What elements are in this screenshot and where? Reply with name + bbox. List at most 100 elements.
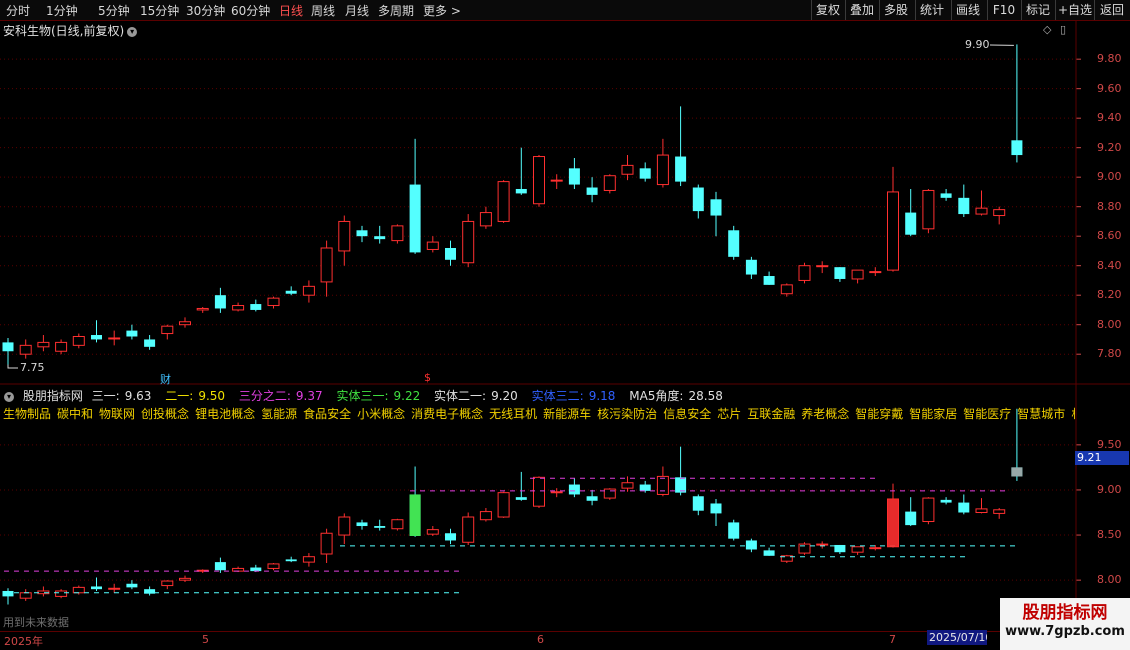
concept-tag[interactable]: 新能源车 xyxy=(543,407,591,421)
candle xyxy=(656,138,669,188)
date-label-may: 5 xyxy=(202,633,209,646)
candle xyxy=(179,317,191,328)
date-label-july: 7 xyxy=(889,633,896,646)
concept-tag[interactable]: 锂电池概念 xyxy=(195,407,255,421)
candle xyxy=(232,302,245,312)
indicator-candle xyxy=(320,528,333,564)
concept-tag[interactable]: 氢能源 xyxy=(261,407,297,421)
indicator-candle xyxy=(692,494,704,516)
candle xyxy=(108,330,121,346)
indicator-candle xyxy=(91,577,102,591)
indicator-candle xyxy=(603,488,616,500)
candle xyxy=(887,166,899,272)
highlight-block xyxy=(887,498,899,547)
candle xyxy=(816,261,829,274)
candles-main xyxy=(2,44,1023,365)
candle xyxy=(391,224,404,244)
kline-chart xyxy=(0,21,1130,631)
indicator-candle xyxy=(515,471,527,501)
candle xyxy=(869,267,882,277)
indicator-candle xyxy=(426,526,439,536)
financial-report-marker[interactable]: 财 xyxy=(160,371,171,387)
annotations xyxy=(7,44,1014,369)
candle xyxy=(550,174,563,189)
indicator-item-3: 实体三一: 9.22 xyxy=(336,389,421,403)
indicator-candle xyxy=(445,528,456,545)
indicator-candle xyxy=(568,478,580,498)
candle xyxy=(161,324,174,340)
candle xyxy=(2,337,14,365)
date-label-year: 2025年 xyxy=(4,635,43,648)
candle xyxy=(745,256,757,279)
concept-tag[interactable]: 物联网 xyxy=(99,407,135,421)
indicator-name[interactable]: 股朋指标网 xyxy=(23,389,83,403)
indicator-menu-icon[interactable]: ▾ xyxy=(4,391,14,402)
price-axis-label: 9.60 xyxy=(1097,81,1122,95)
concept-tag[interactable]: 智能医疗 xyxy=(963,407,1011,421)
candle xyxy=(851,269,864,284)
indicator-candle xyxy=(497,491,510,518)
concept-tag[interactable]: 创投概念 xyxy=(141,407,189,421)
concept-tag[interactable]: 核污染防治 xyxy=(597,407,657,421)
candle xyxy=(409,138,421,254)
indicator-candle xyxy=(19,589,32,601)
current-price-tag: 9.21 xyxy=(1075,451,1129,465)
candle xyxy=(568,158,580,189)
price-axis-label: 8.00 xyxy=(1097,317,1122,331)
candle xyxy=(1011,44,1023,163)
candle xyxy=(763,271,775,285)
date-axis: 2025年 5 6 7 xyxy=(0,631,1076,650)
candle xyxy=(302,280,315,303)
candle xyxy=(285,286,297,296)
concept-tag[interactable]: 养老概念 xyxy=(801,407,849,421)
indicator-item-6: MA5角度: 28.58 xyxy=(629,389,723,403)
candle xyxy=(426,236,439,253)
candle xyxy=(958,184,970,218)
indicator-panel-marks xyxy=(2,408,1023,605)
candle xyxy=(144,335,156,350)
date-label-june: 6 xyxy=(537,633,544,646)
indicator-candle xyxy=(851,546,864,555)
indicator-candle xyxy=(356,519,368,530)
candle xyxy=(37,335,50,352)
indicator-candle xyxy=(126,580,138,590)
price-axis-label: 8.20 xyxy=(1097,288,1122,302)
candle xyxy=(214,287,226,313)
indicator-candle xyxy=(710,498,722,527)
candle xyxy=(993,206,1006,225)
concept-tag[interactable]: 小米概念 xyxy=(357,407,405,421)
indicator-candle xyxy=(993,507,1006,519)
concept-tag[interactable]: 消费电子概念 xyxy=(411,407,483,421)
concept-tag[interactable]: 智能穿戴 xyxy=(855,407,903,421)
indicator-candle xyxy=(586,489,598,506)
indicator-candle xyxy=(763,547,775,556)
candle xyxy=(603,174,616,194)
highlight-block xyxy=(409,494,421,536)
candle xyxy=(267,296,280,309)
indicator-candle xyxy=(816,541,829,549)
candle xyxy=(975,190,988,216)
low-price-label: 7.75 xyxy=(20,361,45,374)
concept-tag[interactable]: 无线耳机 xyxy=(489,407,537,421)
watermark-title: 股朋指标网 xyxy=(1022,603,1108,623)
candle xyxy=(445,240,456,266)
candle xyxy=(710,191,722,237)
indicator-candle xyxy=(728,519,740,541)
dividend-marker[interactable]: $ xyxy=(424,371,431,384)
concept-tag[interactable]: 食品安全 xyxy=(303,407,351,421)
candle xyxy=(479,206,492,229)
concept-tag[interactable]: 芯片 xyxy=(717,407,741,421)
watermark-logo: 股朋指标网 www.7gpzb.com xyxy=(1000,598,1130,650)
concept-tag[interactable]: 智能家居 xyxy=(909,407,957,421)
indicator-candle xyxy=(533,476,545,508)
concept-tag[interactable]: 互联金融 xyxy=(747,407,795,421)
concept-tag[interactable]: 机器人概念 xyxy=(1071,407,1075,421)
indicator-candle xyxy=(922,497,935,525)
concept-tag[interactable]: 碳中和 xyxy=(57,407,93,421)
concept-tag[interactable]: 智慧城市 xyxy=(1017,407,1065,421)
concept-tag[interactable]: 生物制品 xyxy=(3,407,51,421)
concept-tag[interactable]: 信息安全 xyxy=(663,407,711,421)
indicator-candle xyxy=(374,519,386,531)
indicator-candle xyxy=(267,563,280,571)
price-axis-label: 7.80 xyxy=(1097,347,1122,361)
